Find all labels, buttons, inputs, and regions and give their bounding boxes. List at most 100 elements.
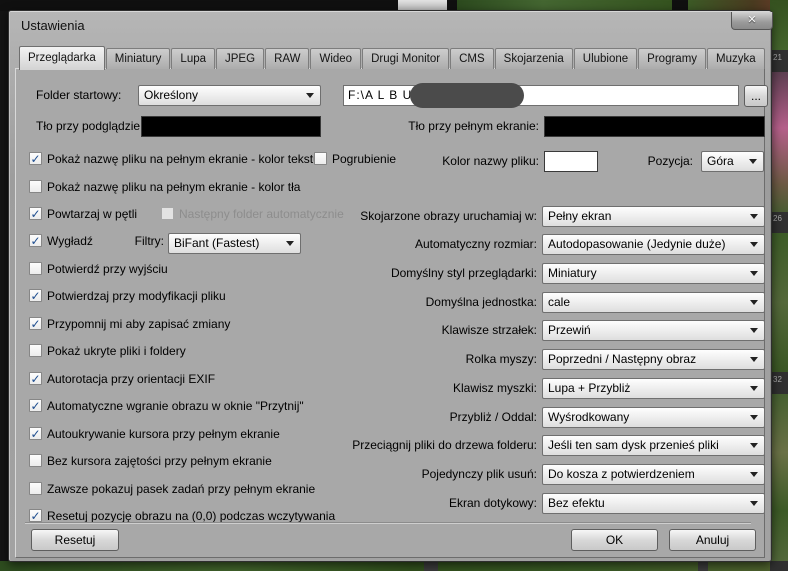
- chevron-down-icon: [749, 159, 757, 164]
- auto-size-label: Automatyczny rozmiar:: [309, 234, 537, 255]
- reset-button[interactable]: Resetuj: [31, 529, 119, 551]
- chevron-down-icon: [750, 501, 758, 506]
- thumbnail-label: 26: [773, 215, 782, 223]
- checkbox-show-taskbar[interactable]: [29, 482, 42, 495]
- tab-muzyka[interactable]: Muzyka: [707, 48, 765, 69]
- checkbox-confirm-exit[interactable]: [29, 262, 42, 275]
- tab-jpeg[interactable]: JPEG: [216, 48, 264, 69]
- checkbox-auto-load-crop[interactable]: ✓: [29, 399, 42, 412]
- checkbox-filename-bg-color[interactable]: [29, 180, 42, 193]
- filters-select[interactable]: BiFant (Fastest): [168, 233, 301, 254]
- default-unit-select[interactable]: cale: [542, 292, 765, 313]
- checkbox-bold[interactable]: [314, 152, 327, 165]
- photo-thumbnail[interactable]: [770, 72, 788, 212]
- dialog-title: Ustawienia: [21, 18, 85, 33]
- chevron-down-icon: [750, 415, 758, 420]
- checkbox-label: Pokaż nazwę pliku na pełnym ekranie - ko…: [47, 180, 300, 195]
- checkbox-remind-save[interactable]: ✓: [29, 317, 42, 330]
- tab-wideo[interactable]: Wideo: [310, 48, 361, 69]
- close-button[interactable]: ✕: [731, 12, 773, 30]
- mouse-wheel-label: Rolka myszy:: [309, 349, 537, 370]
- tab-miniatury[interactable]: Miniatury: [106, 48, 171, 69]
- chevron-down-icon: [750, 357, 758, 362]
- filename-color-swatch[interactable]: [544, 151, 598, 172]
- single-delete-label: Pojedynczy plik usuń:: [309, 464, 537, 485]
- tab-skojarzenia[interactable]: Skojarzenia: [495, 48, 573, 69]
- checkbox-loop[interactable]: ✓: [29, 207, 42, 220]
- tab-drugi-monitor[interactable]: Drugi Monitor: [362, 48, 449, 69]
- checkbox-autohide-cursor[interactable]: ✓: [29, 427, 42, 440]
- ok-button[interactable]: OK: [571, 529, 658, 551]
- filters-label: Filtry:: [104, 234, 164, 249]
- photo-thumbnail[interactable]: [770, 233, 788, 372]
- position-select[interactable]: Góra: [701, 151, 764, 172]
- thumbnail-divider: [698, 561, 708, 571]
- checkbox-label: Powtarzaj w pętli: [47, 207, 137, 222]
- checkbox-label: Automatyczne wgranie obrazu w oknie "Prz…: [47, 399, 304, 414]
- browser-style-select[interactable]: Miniatury: [542, 263, 765, 284]
- checkbox-confirm-modify[interactable]: ✓: [29, 289, 42, 302]
- checkbox-label: Potwierdzaj przy modyfikacji pliku: [47, 289, 226, 304]
- startup-folder-path-input[interactable]: F:\A L B U M\: [343, 85, 739, 106]
- checkbox-label: Zawsze pokazuj pasek zadań przy pełnym e…: [47, 482, 315, 497]
- redacted-path-blob: [410, 83, 524, 108]
- chevron-down-icon: [750, 443, 758, 448]
- assoc-open-label: Skojarzone obrazy uruchamiaj w:: [309, 206, 537, 227]
- touchscreen-select[interactable]: Bez efektu: [542, 493, 765, 514]
- tab-ulubione[interactable]: Ulubione: [574, 48, 637, 69]
- fullscreen-bg-color-swatch[interactable]: [544, 116, 765, 137]
- browse-button[interactable]: ...: [744, 85, 768, 107]
- close-icon: ✕: [747, 14, 756, 26]
- cancel-button[interactable]: Anuluj: [669, 529, 756, 551]
- thumbnail-label: 32: [773, 376, 782, 384]
- thumbnail-divider: [424, 561, 438, 571]
- checkbox-label: Autoukrywanie kursora przy pełnym ekrani…: [47, 427, 280, 442]
- checkbox-autorotate-exif[interactable]: ✓: [29, 372, 42, 385]
- position-label: Pozycja:: [609, 151, 693, 172]
- checkbox-filename-text-color[interactable]: ✓: [29, 152, 42, 165]
- screen: 21 26 32 Ustawienia ✕ Przeglądarka Minia…: [0, 0, 788, 571]
- mouse-button-label: Klawisz myszki:: [309, 378, 537, 399]
- arrow-keys-label: Klawisze strzałek:: [309, 320, 537, 341]
- chevron-down-icon: [750, 472, 758, 477]
- assoc-open-select[interactable]: Pełny ekran: [542, 206, 765, 227]
- background-bottom-strip: [0, 561, 788, 571]
- arrow-keys-select[interactable]: Przewiń: [542, 320, 765, 341]
- thumbnail-label: 21: [773, 54, 782, 62]
- chevron-down-icon: [750, 328, 758, 333]
- touchscreen-label: Ekran dotykowy:: [309, 493, 537, 514]
- tab-przegladarka[interactable]: Przeglądarka: [19, 46, 105, 70]
- scrollbar-thumb[interactable]: [398, 0, 447, 10]
- mouse-button-select[interactable]: Lupa + Przybliż: [542, 378, 765, 399]
- photo-thumbnail[interactable]: [770, 394, 788, 561]
- checkbox-smooth[interactable]: ✓: [29, 234, 42, 247]
- tab-programy[interactable]: Programy: [638, 48, 706, 69]
- checkbox-reset-position[interactable]: ✓: [29, 509, 42, 522]
- settings-dialog: Ustawienia ✕ Przeglądarka Miniatury Lupa…: [8, 10, 772, 562]
- zoom-label: Przybliż / Oddal:: [309, 407, 537, 428]
- preview-bg-label: Tło przy podglądzie:: [36, 116, 143, 137]
- drag-to-tree-select[interactable]: Jeśli ten sam dysk przenieś pliki: [542, 435, 765, 456]
- checkbox-show-hidden[interactable]: [29, 344, 42, 357]
- checkbox-label: Bez kursora zajętości przy pełnym ekrani…: [47, 454, 272, 469]
- mouse-wheel-select[interactable]: Poprzedni / Następny obraz: [542, 349, 765, 370]
- drag-to-tree-label: Przeciągnij pliki do drzewa folderu:: [309, 435, 537, 456]
- tab-raw[interactable]: RAW: [265, 48, 309, 69]
- startup-folder-select[interactable]: Określony: [138, 85, 321, 106]
- checkbox-label: Potwierdź przy wyjściu: [47, 262, 168, 277]
- browser-style-label: Domyślny styl przeglądarki:: [309, 263, 537, 284]
- chevron-down-icon: [286, 241, 294, 246]
- chevron-down-icon: [750, 242, 758, 247]
- tab-lupa[interactable]: Lupa: [171, 48, 215, 69]
- checkbox-label: Pogrubienie: [332, 152, 396, 167]
- checkbox-no-busy-cursor[interactable]: [29, 454, 42, 467]
- auto-size-select[interactable]: Autodopasowanie (Jedynie duże): [542, 234, 765, 255]
- checkbox-next-folder: [161, 207, 174, 220]
- single-delete-select[interactable]: Do kosza z potwierdzeniem: [542, 464, 765, 485]
- chevron-down-icon: [306, 93, 314, 98]
- checkbox-label: Pokaż nazwę pliku na pełnym ekranie - ko…: [47, 152, 320, 167]
- default-unit-label: Domyślna jednostka:: [309, 292, 537, 313]
- startup-folder-label: Folder startowy:: [36, 85, 121, 106]
- zoom-select[interactable]: Wyśrodkowany: [542, 407, 765, 428]
- tab-cms[interactable]: CMS: [450, 48, 494, 69]
